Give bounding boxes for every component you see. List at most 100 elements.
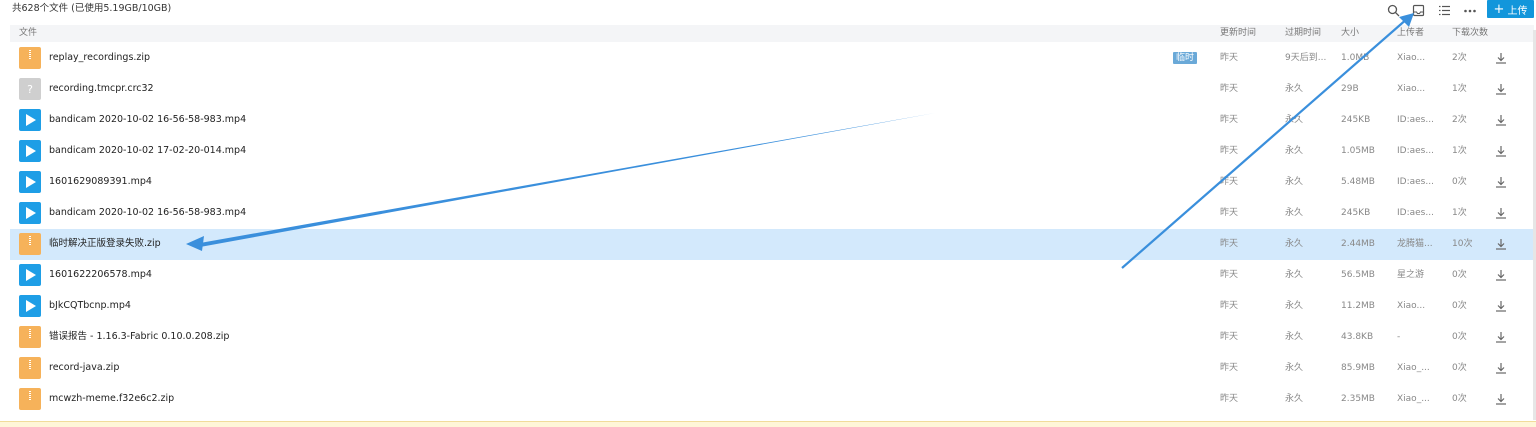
inbox-icon[interactable] [1410, 2, 1426, 18]
file-updated: 昨天 [1220, 363, 1239, 373]
plus-icon: + [1493, 1, 1505, 17]
video-icon [19, 295, 41, 317]
file-row[interactable]: bJkCQTbcnp.mp4 昨天 永久 11.2MB Xiao... 0次 [10, 291, 1534, 322]
file-row[interactable]: 错误报告 - 1.16.3-Fabric 0.10.0.208.zip 昨天 永久 4… [10, 322, 1534, 353]
zip-icon [19, 233, 41, 255]
column-expires[interactable]: 过期时间 [1285, 28, 1321, 39]
file-expires: 永久 [1285, 146, 1304, 156]
file-name[interactable]: replay_recordings.zip [49, 52, 150, 64]
more-icon[interactable] [1462, 2, 1478, 18]
file-name[interactable]: 错误报告 - 1.16.3-Fabric 0.10.0.208.zip [49, 331, 229, 343]
file-size: 245KB [1341, 208, 1371, 218]
file-row[interactable]: 1601629089391.mp4 昨天 永久 5.48MB ID:aes... 0次 [10, 167, 1534, 198]
list-view-icon[interactable] [1436, 2, 1452, 18]
file-name[interactable]: bJkCQTbcnp.mp4 [49, 300, 131, 312]
unknown-file-icon: ? [19, 78, 41, 100]
file-downloads: 1次 [1452, 146, 1467, 156]
zip-icon [19, 326, 41, 348]
file-row[interactable]: ? recording.tmcpr.crc32 昨天 永久 29B Xiao... 1次 [10, 74, 1534, 105]
file-uploader: 龙腾猫... [1397, 239, 1433, 249]
file-uploader: Xiao... [1397, 301, 1426, 311]
file-uploader: ID:aes... [1397, 208, 1434, 218]
download-icon[interactable] [1494, 206, 1508, 220]
file-updated: 昨天 [1220, 53, 1239, 63]
file-name[interactable]: bandicam 2020-10-02 16-56-58-983.mp4 [49, 114, 246, 126]
file-downloads: 0次 [1452, 270, 1467, 280]
file-row[interactable]: bandicam 2020-10-02 16-56-58-983.mp4 昨天 永久… [10, 105, 1534, 136]
file-name[interactable]: recording.tmcpr.crc32 [49, 83, 154, 95]
file-downloads: 2次 [1452, 115, 1467, 125]
video-icon [19, 140, 41, 162]
column-size[interactable]: 大小 [1341, 28, 1359, 39]
file-name[interactable]: mcwzh-meme.f32e6c2.zip [49, 393, 174, 405]
file-row[interactable]: mcwzh-meme.f32e6c2.zip 昨天 永久 2.35MB Xiao_...… [10, 384, 1534, 415]
zip-icon [19, 388, 41, 410]
file-uploader: 星之游 [1397, 270, 1425, 280]
download-icon[interactable] [1494, 237, 1508, 251]
file-updated: 昨天 [1220, 177, 1239, 187]
video-icon [19, 264, 41, 286]
download-icon[interactable] [1494, 330, 1508, 344]
file-downloads: 0次 [1452, 177, 1467, 187]
file-size: 2.44MB [1341, 239, 1375, 249]
file-size: 56.5MB [1341, 270, 1375, 280]
download-icon[interactable] [1494, 361, 1508, 375]
download-icon[interactable] [1494, 299, 1508, 313]
file-row[interactable]: 临时解决正版登录失败.zip 昨天 永久 2.44MB 龙腾猫... 10次 [10, 229, 1534, 260]
download-icon[interactable] [1494, 51, 1508, 65]
file-row[interactable]: bandicam 2020-10-02 16-56-58-983.mp4 昨天 永久… [10, 198, 1534, 229]
file-size: 1.0MB [1341, 53, 1370, 63]
file-downloads: 2次 [1452, 53, 1467, 63]
file-expires: 永久 [1285, 363, 1304, 373]
file-expires: 永久 [1285, 332, 1304, 342]
file-downloads: 1次 [1452, 208, 1467, 218]
file-downloads: 10次 [1452, 239, 1473, 249]
upload-label: 上传 [1507, 5, 1528, 17]
file-name[interactable]: bandicam 2020-10-02 16-56-58-983.mp4 [49, 207, 246, 219]
file-size: 245KB [1341, 115, 1371, 125]
download-icon[interactable] [1494, 392, 1508, 406]
file-size: 1.05MB [1341, 146, 1375, 156]
file-downloads: 0次 [1452, 363, 1467, 373]
file-expires: 永久 [1285, 208, 1304, 218]
download-icon[interactable] [1494, 82, 1508, 96]
column-file[interactable]: 文件 [19, 28, 37, 39]
file-updated: 昨天 [1220, 270, 1239, 280]
download-icon[interactable] [1494, 144, 1508, 158]
file-size: 5.48MB [1341, 177, 1375, 187]
search-icon[interactable] [1385, 2, 1401, 18]
storage-summary: 共628个文件 (已使用5.19GB/10GB) [12, 3, 172, 14]
file-row[interactable]: 1601622206578.mp4 昨天 永久 56.5MB 星之游 0次 [10, 260, 1534, 291]
file-name[interactable]: 1601622206578.mp4 [49, 269, 152, 281]
video-icon [19, 202, 41, 224]
download-icon[interactable] [1494, 175, 1508, 189]
file-expires: 永久 [1285, 84, 1304, 94]
file-expires: 永久 [1285, 239, 1304, 249]
file-row[interactable]: bandicam 2020-10-02 17-02-20-014.mp4 昨天 永久… [10, 136, 1534, 167]
file-name[interactable]: 临时解决正版登录失败.zip [49, 238, 161, 250]
temporary-badge: 临时 [1173, 52, 1198, 64]
file-downloads: 0次 [1452, 332, 1467, 342]
download-icon[interactable] [1494, 268, 1508, 282]
file-size: 85.9MB [1341, 363, 1375, 373]
upload-button[interactable]: + 上传 [1487, 0, 1534, 18]
file-size: 2.35MB [1341, 394, 1375, 404]
file-uploader: ID:aes... [1397, 177, 1434, 187]
file-uploader: Xiao_... [1397, 394, 1430, 404]
file-name[interactable]: 1601629089391.mp4 [49, 176, 152, 188]
file-size: 11.2MB [1341, 301, 1375, 311]
file-row[interactable]: replay_recordings.zip 临时 昨天 9天后到... 1.0MB Xia… [10, 43, 1534, 74]
download-icon[interactable] [1494, 113, 1508, 127]
file-expires: 永久 [1285, 177, 1304, 187]
file-uploader: Xiao_... [1397, 363, 1430, 373]
file-row[interactable]: record-java.zip 昨天 永久 85.9MB Xiao_... 0次 [10, 353, 1534, 384]
file-updated: 昨天 [1220, 301, 1239, 311]
column-uploader[interactable]: 上传者 [1397, 28, 1424, 39]
file-expires: 永久 [1285, 301, 1304, 311]
file-expires: 9天后到... [1285, 53, 1327, 63]
file-updated: 昨天 [1220, 208, 1239, 218]
file-name[interactable]: record-java.zip [49, 362, 119, 374]
column-downloads[interactable]: 下载次数 [1452, 28, 1488, 39]
column-updated[interactable]: 更新时间 [1220, 28, 1256, 39]
file-name[interactable]: bandicam 2020-10-02 17-02-20-014.mp4 [49, 145, 246, 157]
